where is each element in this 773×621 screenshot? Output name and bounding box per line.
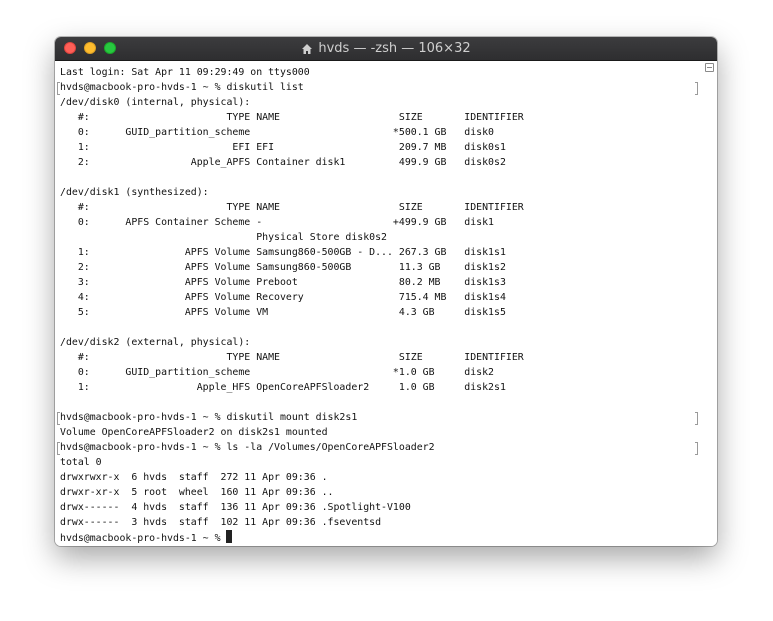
scroll-gutter[interactable] — [703, 61, 717, 546]
terminal-line: hvds@macbook-pro-hvds-1 ~ % diskutil lis… — [57, 80, 703, 95]
terminal-line-text: #: TYPE NAME SIZE IDENTIFIER — [60, 352, 524, 363]
terminal-line-text: hvds@macbook-pro-hvds-1 ~ % diskutil lis… — [60, 82, 304, 93]
terminal-line-text: #: TYPE NAME SIZE IDENTIFIER — [60, 202, 524, 213]
terminal-line-text: 1: APFS Volume Samsung860-500GB - D... 2… — [60, 247, 506, 258]
terminal-line-text: 4: APFS Volume Recovery 715.4 MB disk1s4 — [60, 292, 506, 303]
terminal-line-text: Volume OpenCoreAPFSloader2 on disk2s1 mo… — [60, 427, 328, 438]
terminal-line-text: hvds@macbook-pro-hvds-1 ~ % diskutil mou… — [60, 412, 358, 423]
terminal-line-text: hvds@macbook-pro-hvds-1 ~ % ls -la /Volu… — [60, 442, 435, 453]
terminal-line-text: /dev/disk1 (synthesized): — [60, 187, 209, 198]
terminal-line: 2: Apple_APFS Container disk1 499.9 GB d… — [60, 155, 703, 170]
command-mark-right — [695, 442, 698, 455]
terminal-line-text: Physical Store disk0s2 — [60, 232, 387, 243]
terminal-line-text: drwxrwxr-x 6 hvds staff 272 11 Apr 09:36… — [60, 472, 328, 483]
terminal-line-text: 2: Apple_APFS Container disk1 499.9 GB d… — [60, 157, 506, 168]
command-mark-left — [57, 442, 60, 455]
terminal-output[interactable]: Last login: Sat Apr 11 09:29:49 on ttys0… — [55, 61, 703, 546]
command-mark-left — [57, 82, 60, 95]
terminal-line: drwx------ 3 hvds staff 102 11 Apr 09:36… — [60, 515, 703, 530]
terminal-line-text: drwx------ 4 hvds staff 136 11 Apr 09:36… — [60, 502, 411, 513]
terminal-line-text: /dev/disk0 (internal, physical): — [60, 97, 251, 108]
terminal-line: /dev/disk2 (external, physical): — [60, 335, 703, 350]
window-title-area: hvds — -zsh — 106×32 — [55, 37, 717, 60]
terminal-line-text: hvds@macbook-pro-hvds-1 ~ % — [60, 533, 227, 544]
command-mark-right — [695, 412, 698, 425]
terminal-line-text: drwxr-xr-x 5 root wheel 160 11 Apr 09:36… — [60, 487, 334, 498]
terminal-line-text: #: TYPE NAME SIZE IDENTIFIER — [60, 112, 524, 123]
terminal-line: 5: APFS Volume VM 4.3 GB disk1s5 — [60, 305, 703, 320]
window-title: hvds — -zsh — 106×32 — [318, 41, 471, 56]
command-mark-right — [695, 82, 698, 95]
terminal-line: 1: APFS Volume Samsung860-500GB - D... 2… — [60, 245, 703, 260]
terminal-line-text: 1: Apple_HFS OpenCoreAPFSloader2 1.0 GB … — [60, 382, 506, 393]
text-cursor — [226, 530, 233, 543]
title-bar[interactable]: hvds — -zsh — 106×32 — [55, 37, 717, 61]
terminal-line-text: drwx------ 3 hvds staff 102 11 Apr 09:36… — [60, 517, 382, 528]
terminal-line-text: /dev/disk2 (external, physical): — [60, 337, 251, 348]
terminal-line: 3: APFS Volume Preboot 80.2 MB disk1s3 — [60, 275, 703, 290]
terminal-line: 0: GUID_partition_scheme *1.0 GB disk2 — [60, 365, 703, 380]
terminal-line: hvds@macbook-pro-hvds-1 ~ % ls -la /Volu… — [57, 440, 703, 455]
terminal-line-text: Last login: Sat Apr 11 09:29:49 on ttys0… — [60, 67, 310, 78]
terminal-line: total 0 — [60, 455, 703, 470]
terminal-line: 0: APFS Container Scheme - +499.9 GB dis… — [60, 215, 703, 230]
terminal-line: Volume OpenCoreAPFSloader2 on disk2s1 mo… — [60, 425, 703, 440]
terminal-line: #: TYPE NAME SIZE IDENTIFIER — [60, 200, 703, 215]
terminal-line: 0: GUID_partition_scheme *500.1 GB disk0 — [60, 125, 703, 140]
terminal-line: drwxr-xr-x 5 root wheel 160 11 Apr 09:36… — [60, 485, 703, 500]
terminal-line: Last login: Sat Apr 11 09:29:49 on ttys0… — [60, 65, 703, 80]
command-mark-left — [57, 412, 60, 425]
terminal-line: #: TYPE NAME SIZE IDENTIFIER — [60, 350, 703, 365]
terminal-line-text: 1: EFI EFI 209.7 MB disk0s1 — [60, 142, 506, 153]
terminal-line: Physical Store disk0s2 — [60, 230, 703, 245]
terminal-line: 1: EFI EFI 209.7 MB disk0s1 — [60, 140, 703, 155]
terminal-line: #: TYPE NAME SIZE IDENTIFIER — [60, 110, 703, 125]
terminal-line-text: 0: APFS Container Scheme - +499.9 GB dis… — [60, 217, 495, 228]
terminal-line: 4: APFS Volume Recovery 715.4 MB disk1s4 — [60, 290, 703, 305]
terminal-line: 2: APFS Volume Samsung860-500GB 11.3 GB … — [60, 260, 703, 275]
terminal-line-text: 2: APFS Volume Samsung860-500GB 11.3 GB … — [60, 262, 506, 273]
terminal-line-text: 3: APFS Volume Preboot 80.2 MB disk1s3 — [60, 277, 506, 288]
terminal-window: hvds — -zsh — 106×32 Last login: Sat Apr… — [55, 37, 717, 546]
split-pane-icon[interactable] — [705, 63, 714, 72]
terminal-line: /dev/disk0 (internal, physical): — [60, 95, 703, 110]
terminal-line-text: total 0 — [60, 457, 102, 468]
terminal-line: hvds@macbook-pro-hvds-1 ~ % — [60, 530, 703, 545]
terminal-line: hvds@macbook-pro-hvds-1 ~ % diskutil mou… — [57, 410, 703, 425]
terminal-line-text: 0: GUID_partition_scheme *500.1 GB disk0 — [60, 127, 495, 138]
home-icon — [302, 43, 313, 54]
terminal-line: 1: Apple_HFS OpenCoreAPFSloader2 1.0 GB … — [60, 380, 703, 395]
terminal-line: /dev/disk1 (synthesized): — [60, 185, 703, 200]
terminal-line-text: 5: APFS Volume VM 4.3 GB disk1s5 — [60, 307, 506, 318]
terminal-line-text: 0: GUID_partition_scheme *1.0 GB disk2 — [60, 367, 495, 378]
terminal-line: drwxrwxr-x 6 hvds staff 272 11 Apr 09:36… — [60, 470, 703, 485]
terminal-line: drwx------ 4 hvds staff 136 11 Apr 09:36… — [60, 500, 703, 515]
